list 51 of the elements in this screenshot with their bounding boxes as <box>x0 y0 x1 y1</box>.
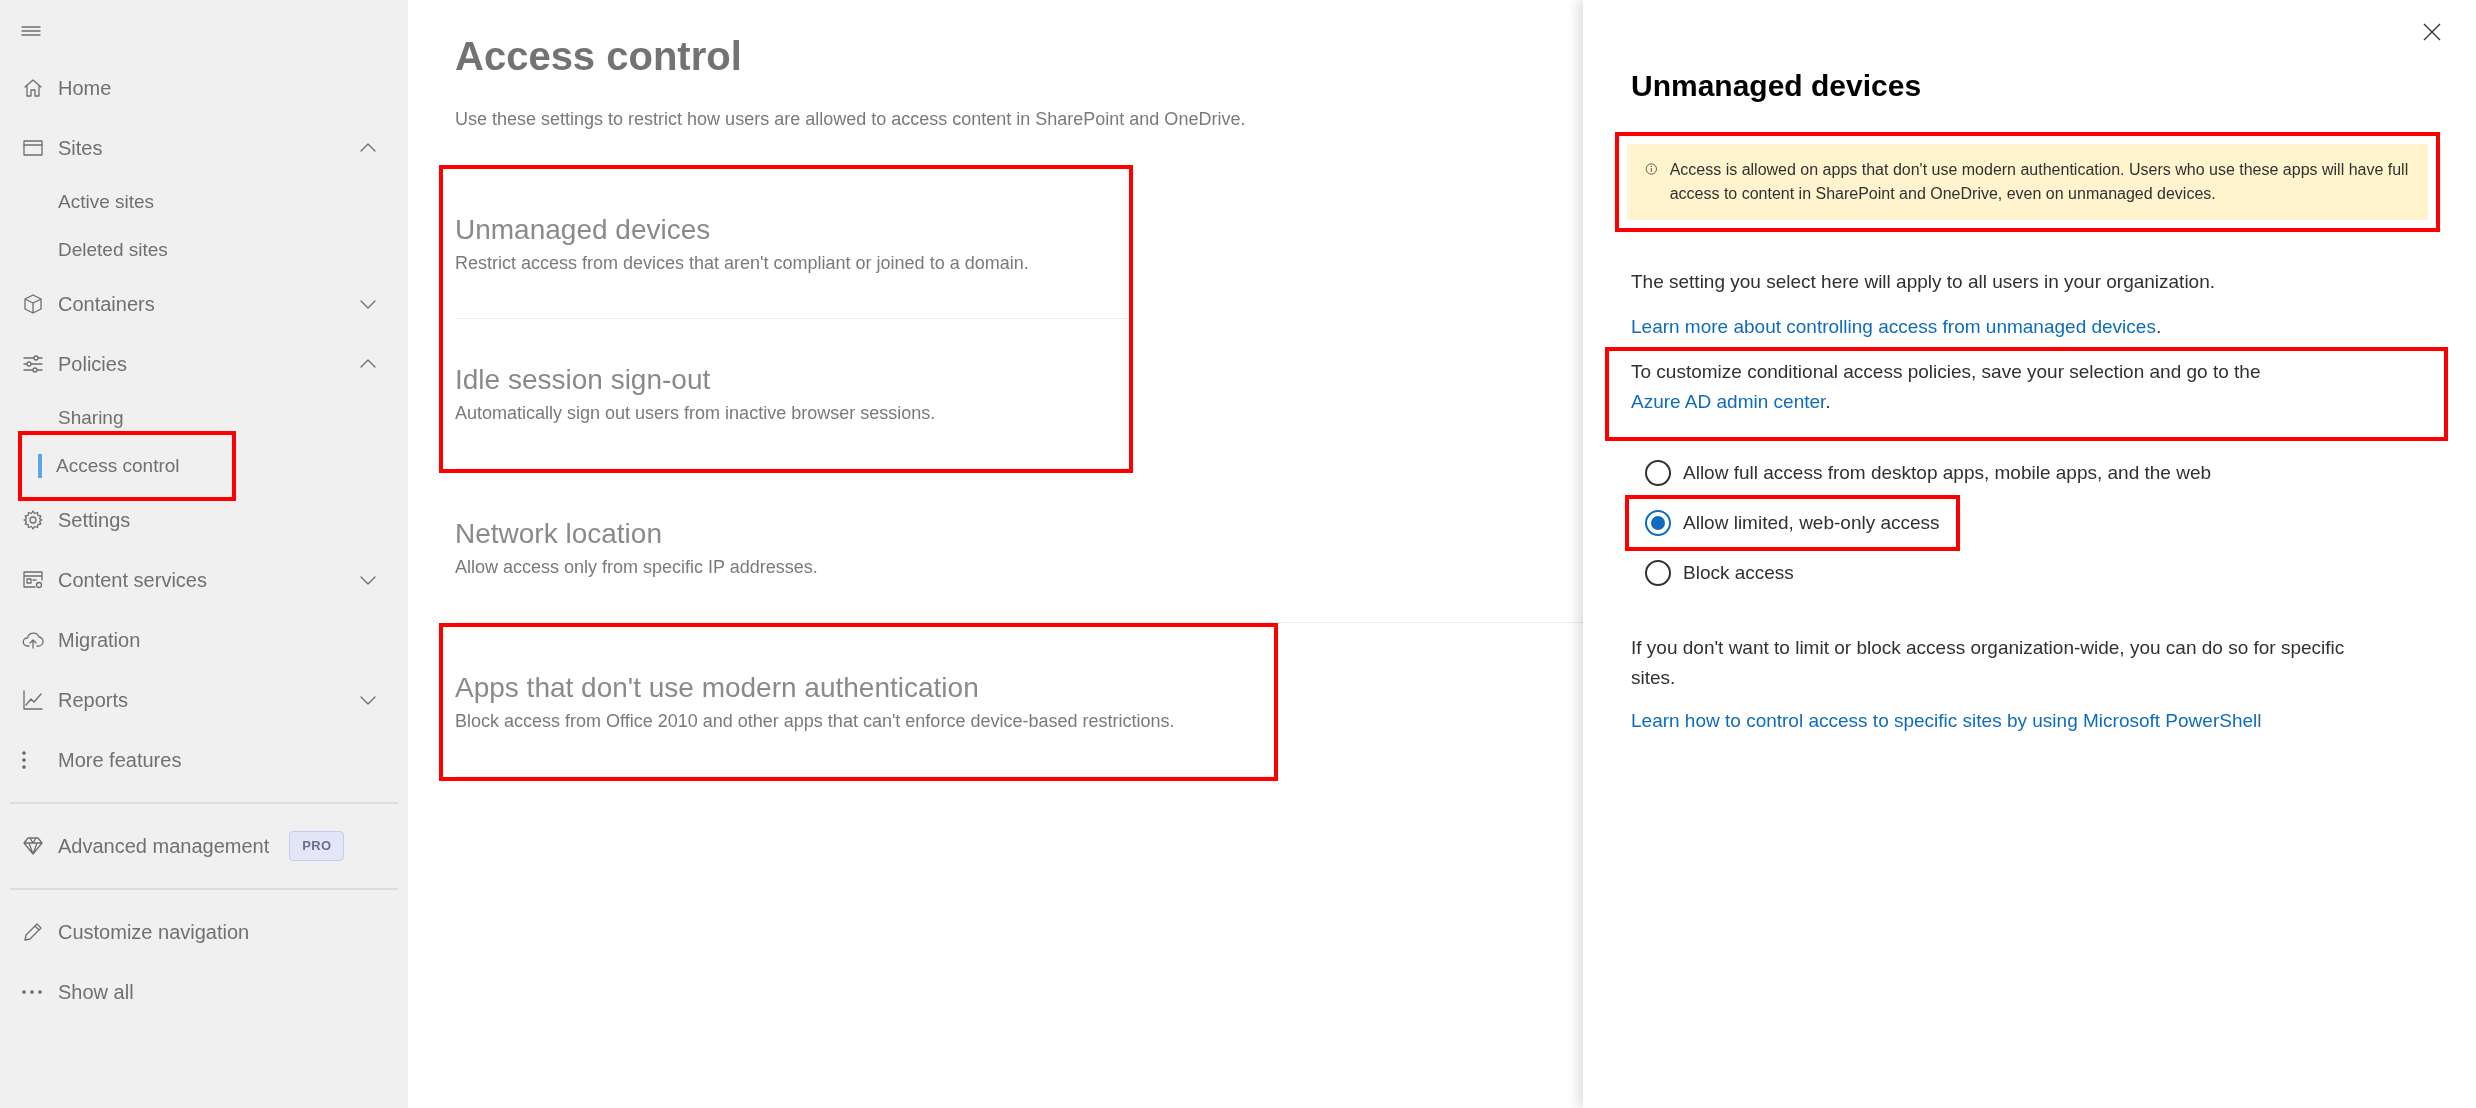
nav-subitem[interactable]: Access control <box>38 446 190 486</box>
nav-item[interactable]: Sites <box>0 118 408 178</box>
gear-icon <box>22 509 44 531</box>
radio-option[interactable]: Block access <box>1637 549 2432 597</box>
window-icon <box>22 137 44 159</box>
panel-title: Unmanaged devices <box>1631 68 1923 104</box>
cube-icon <box>22 293 44 315</box>
site-note-text: If you don't want to limit or block access organization-wide, you can do so for specific sites. <box>1631 636 2346 690</box>
nav-item[interactable]: Policies <box>0 334 408 394</box>
intro-text: The setting you select here will apply to all users in your organization. <box>1631 270 2217 294</box>
learn-more-link[interactable]: Learn more about controlling access from unmanaged devices <box>1631 315 2156 337</box>
nav-item[interactable]: Show all <box>0 962 408 1022</box>
more-dots-icon <box>22 990 42 994</box>
nav-subitem[interactable]: Active sites <box>58 182 165 222</box>
nav-item[interactable]: Content services <box>0 550 408 610</box>
nav-subitem[interactable]: Sharing <box>58 398 134 438</box>
radio-button[interactable] <box>1645 460 1671 486</box>
conditional-access-text: To customize conditional access policies, save your selection and go to the Azure AD admin center. <box>1631 360 2262 414</box>
radio-option[interactable]: Allow full access from desktop apps, mobile apps, and the web <box>1637 449 2432 497</box>
nav-item[interactable]: Customize navigation <box>0 902 408 962</box>
page-title: Access control <box>455 33 743 80</box>
sliders-icon <box>22 353 44 375</box>
setting-link[interactable]: Unmanaged devices Restrict access from devices that aren't compliant or joined to a domain. <box>455 210 1029 277</box>
learn-more-text: Learn more about controlling access from unmanaged devices. <box>1631 314 2163 339</box>
warning-banner: Access is allowed on apps that don't use modern authentication. Users who use these apps will have full access to content in SharePoint and OneDrive, even on unmanaged devices. <box>1627 144 2428 220</box>
vertical-dots-icon <box>22 751 26 769</box>
setting-link[interactable]: Idle session sign-out Automatically sign out users from inactive browser sessions. <box>455 360 1029 427</box>
page-description: Use these settings to restrict how users are allowed to access content in SharePoint and OneDrive. <box>455 108 1247 131</box>
cloud-upload-icon <box>22 629 44 651</box>
admin-center-link[interactable]: Azure AD admin center <box>1631 391 1826 412</box>
powershell-link[interactable]: Learn how to control access to specific sites by using Microsoft PowerShell <box>1631 710 2262 731</box>
pro-badge: PRO <box>289 831 345 861</box>
nav-item[interactable]: Reports <box>0 670 408 730</box>
radio-button[interactable] <box>1645 560 1671 586</box>
setting-link[interactable]: Network location Allow access only from specific IP addresses. <box>455 514 1483 581</box>
radio-option[interactable]: Allow limited, web-only access <box>1637 499 1940 547</box>
radio-button[interactable] <box>1645 510 1671 536</box>
nav-item[interactable]: More features <box>0 730 408 790</box>
close-icon <box>2422 22 2442 42</box>
home-icon <box>22 77 44 99</box>
setting-link[interactable]: Apps that don't use modern authentication Block access from Office 2010 and other apps that can't enforce device-based restrictions. <box>455 668 1175 735</box>
nav-item[interactable]: Migration <box>0 610 408 670</box>
window-gear-icon <box>22 569 44 591</box>
nav-subitem[interactable]: Deleted sites <box>58 230 178 270</box>
nav-item[interactable]: Advanced management PRO <box>0 816 408 876</box>
nav-item[interactable]: Containers <box>0 274 408 334</box>
diamond-icon <box>22 835 44 857</box>
pencil-icon <box>22 921 44 943</box>
nav-item[interactable]: Settings <box>0 490 408 550</box>
line-chart-icon <box>22 689 44 711</box>
nav-item[interactable]: Home <box>0 58 408 118</box>
